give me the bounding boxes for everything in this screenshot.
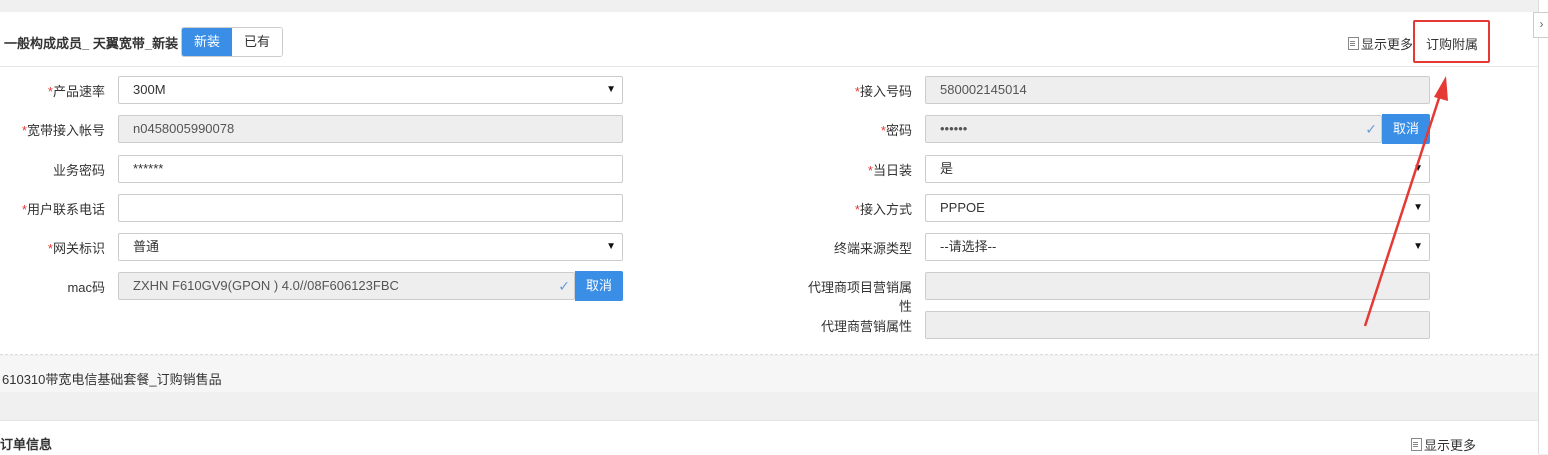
- right-input[interactable]: 580002145014: [925, 76, 1430, 104]
- dropdown-caret-icon: ▼: [1413, 202, 1423, 213]
- label-text: 宽带接入帐号: [26, 123, 105, 138]
- left-input[interactable]: n0458005990078: [118, 115, 623, 143]
- dropdown-caret-icon: ▼: [606, 241, 616, 252]
- new-install-button[interactable]: 新装: [182, 28, 233, 56]
- field-value: ******: [133, 161, 164, 176]
- right-select[interactable]: 是 ▼: [925, 155, 1430, 183]
- label-text: 网关标识: [52, 241, 105, 256]
- left-field-label: *网关标识: [0, 238, 105, 257]
- left-field-label: *宽带接入帐号: [0, 120, 105, 139]
- field-value: n0458005990078: [133, 121, 235, 136]
- field-value: 普通: [133, 239, 160, 254]
- left-field-label: mac码: [0, 277, 105, 296]
- right-field-label: 代理商项目营销属性: [802, 277, 912, 315]
- package-section: 610310带宽电信基础套餐_订购销售品: [0, 356, 1538, 392]
- left-input[interactable]: [118, 194, 623, 222]
- right-select[interactable]: PPPOE ▼: [925, 194, 1430, 222]
- left-select[interactable]: 300M ▼: [118, 76, 623, 104]
- dropdown-caret-icon: ▼: [1413, 163, 1423, 174]
- document-icon: [1411, 438, 1422, 451]
- show-more-link[interactable]: 显示更多: [1348, 34, 1413, 53]
- highlight-box: [1413, 20, 1490, 63]
- existing-button[interactable]: 已有: [232, 28, 283, 56]
- right-field-label: *接入号码: [802, 81, 912, 100]
- field-value: 580002145014: [940, 82, 1027, 97]
- check-icon: ✓: [558, 278, 570, 294]
- right-field-label: *密码: [802, 120, 912, 139]
- new-existing-toggle: 新装 已有: [181, 27, 284, 57]
- left-field-label: 业务密码: [0, 160, 105, 179]
- label-text: 业务密码: [52, 163, 105, 178]
- field-value: 是: [940, 161, 954, 176]
- right-field-label: 终端来源类型: [802, 238, 912, 257]
- cancel-button[interactable]: 取消: [575, 271, 623, 301]
- order-info-section: 订单信息 显示更多: [0, 420, 1538, 455]
- right-input[interactable]: •••••• ✓: [925, 115, 1382, 143]
- order-info-title: 订单信息: [0, 437, 53, 452]
- label-text: 密码: [885, 123, 912, 138]
- field-value: 300M: [133, 82, 166, 97]
- cancel-button[interactable]: 取消: [1382, 114, 1430, 144]
- left-field-label: *用户联系电话: [0, 199, 105, 218]
- left-input[interactable]: ZXHN F610GV9(GPON ) 4.0//08F606123FBC ✓: [118, 272, 575, 300]
- right-gutter: [1538, 0, 1548, 454]
- dropdown-caret-icon: ▼: [1413, 241, 1423, 252]
- dropdown-caret-icon: ▼: [606, 84, 616, 95]
- order-show-more-link[interactable]: 显示更多: [1411, 435, 1476, 454]
- field-value: ZXHN F610GV9(GPON ) 4.0//08F606123FBC: [133, 278, 399, 293]
- left-field-label: *产品速率: [0, 81, 105, 100]
- label-text: 接入方式: [859, 202, 912, 217]
- check-icon: ✓: [1365, 121, 1377, 137]
- field-value: --请选择--: [940, 239, 997, 254]
- left-input[interactable]: ******: [118, 155, 623, 183]
- field-value: ••••••: [940, 121, 968, 136]
- right-input[interactable]: [925, 311, 1430, 339]
- label-text: 当日装: [872, 163, 912, 178]
- label-text: mac码: [67, 280, 105, 295]
- label-text: 代理商项目营销属性: [807, 280, 912, 314]
- label-text: 代理商营销属性: [820, 319, 912, 334]
- right-field-label: *当日装: [802, 160, 912, 179]
- field-value: PPPOE: [940, 200, 985, 215]
- right-field-label: 代理商营销属性: [802, 316, 912, 335]
- label-text: 用户联系电话: [26, 202, 105, 217]
- left-select[interactable]: 普通 ▼: [118, 233, 623, 261]
- label-text: 终端来源类型: [833, 241, 912, 256]
- right-select[interactable]: --请选择-- ▼: [925, 233, 1430, 261]
- document-icon: [1348, 37, 1359, 50]
- label-text: 接入号码: [859, 84, 912, 99]
- label-text: 产品速率: [52, 84, 105, 99]
- top-strip: [0, 0, 1548, 12]
- package-title: 610310带宽电信基础套餐_订购销售品: [2, 372, 222, 387]
- right-field-label: *接入方式: [802, 199, 912, 218]
- panel-title: 一般构成成员_ 天翼宽带_新装: [4, 36, 179, 51]
- right-input[interactable]: [925, 272, 1430, 300]
